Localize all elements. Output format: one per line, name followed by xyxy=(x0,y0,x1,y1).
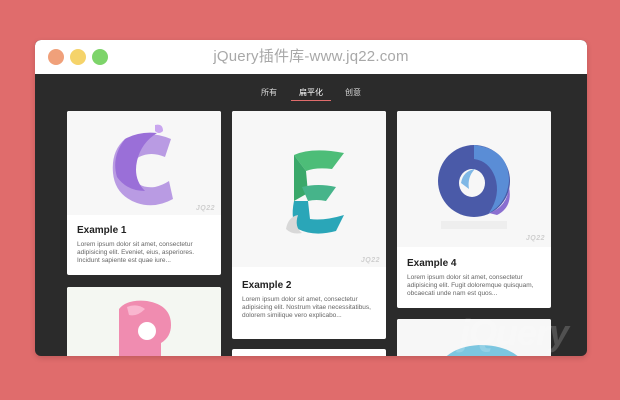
card-title: Example 4 xyxy=(407,258,457,269)
title-bar: jQuery插件库-www.jq22.com xyxy=(35,40,587,74)
card-image xyxy=(397,111,551,247)
letter-c-logo-icon xyxy=(112,124,173,206)
card-image xyxy=(397,319,551,356)
letter-o-logo-icon xyxy=(438,145,510,229)
window-title: jQuery插件库-www.jq22.com xyxy=(213,48,409,65)
letter-b-logo-icon xyxy=(119,300,171,356)
card-title: Example 2 xyxy=(242,280,292,291)
card-watermark: JQ22 xyxy=(360,257,380,264)
card-text: Lorem ipsum dolor sit amet, consectetur … xyxy=(407,274,534,297)
card-example-2[interactable]: JQ22 Example 2 Lorem ipsum dolor sit ame… xyxy=(232,111,386,339)
tab-flat[interactable]: 扁平化 xyxy=(291,87,331,103)
card-example-5[interactable] xyxy=(232,349,386,356)
blob-logo-icon xyxy=(446,345,518,356)
card-example-6[interactable] xyxy=(397,319,551,356)
card-example-1[interactable]: JQ22 Example 1 Lorem ipsum dolor sit ame… xyxy=(67,111,221,275)
card-example-4[interactable]: JQ22 Example 4 Lorem ipsum dolor sit ame… xyxy=(397,111,551,308)
filter-tabs: 所有 扁平化 创意 xyxy=(35,87,587,103)
tab-all[interactable]: 所有 xyxy=(259,87,279,103)
card-watermark: JQ22 xyxy=(195,205,215,212)
card-text: Lorem ipsum dolor sit amet, consectetur … xyxy=(77,241,195,264)
card-image xyxy=(67,287,221,356)
card-text: Lorem ipsum dolor sit amet, consectetur … xyxy=(242,296,371,319)
card-watermark: JQ22 xyxy=(525,235,545,242)
card-image xyxy=(232,111,386,267)
letter-e-logo-icon xyxy=(286,150,344,234)
browser-window: jQuery插件库-www.jq22.com 所有 扁平化 创意 JQ22 Ex… xyxy=(35,40,587,356)
tab-creative[interactable]: 创意 xyxy=(343,87,363,103)
card-example-3[interactable] xyxy=(67,287,221,356)
card-image xyxy=(67,111,221,215)
card-title: Example 1 xyxy=(77,225,127,236)
